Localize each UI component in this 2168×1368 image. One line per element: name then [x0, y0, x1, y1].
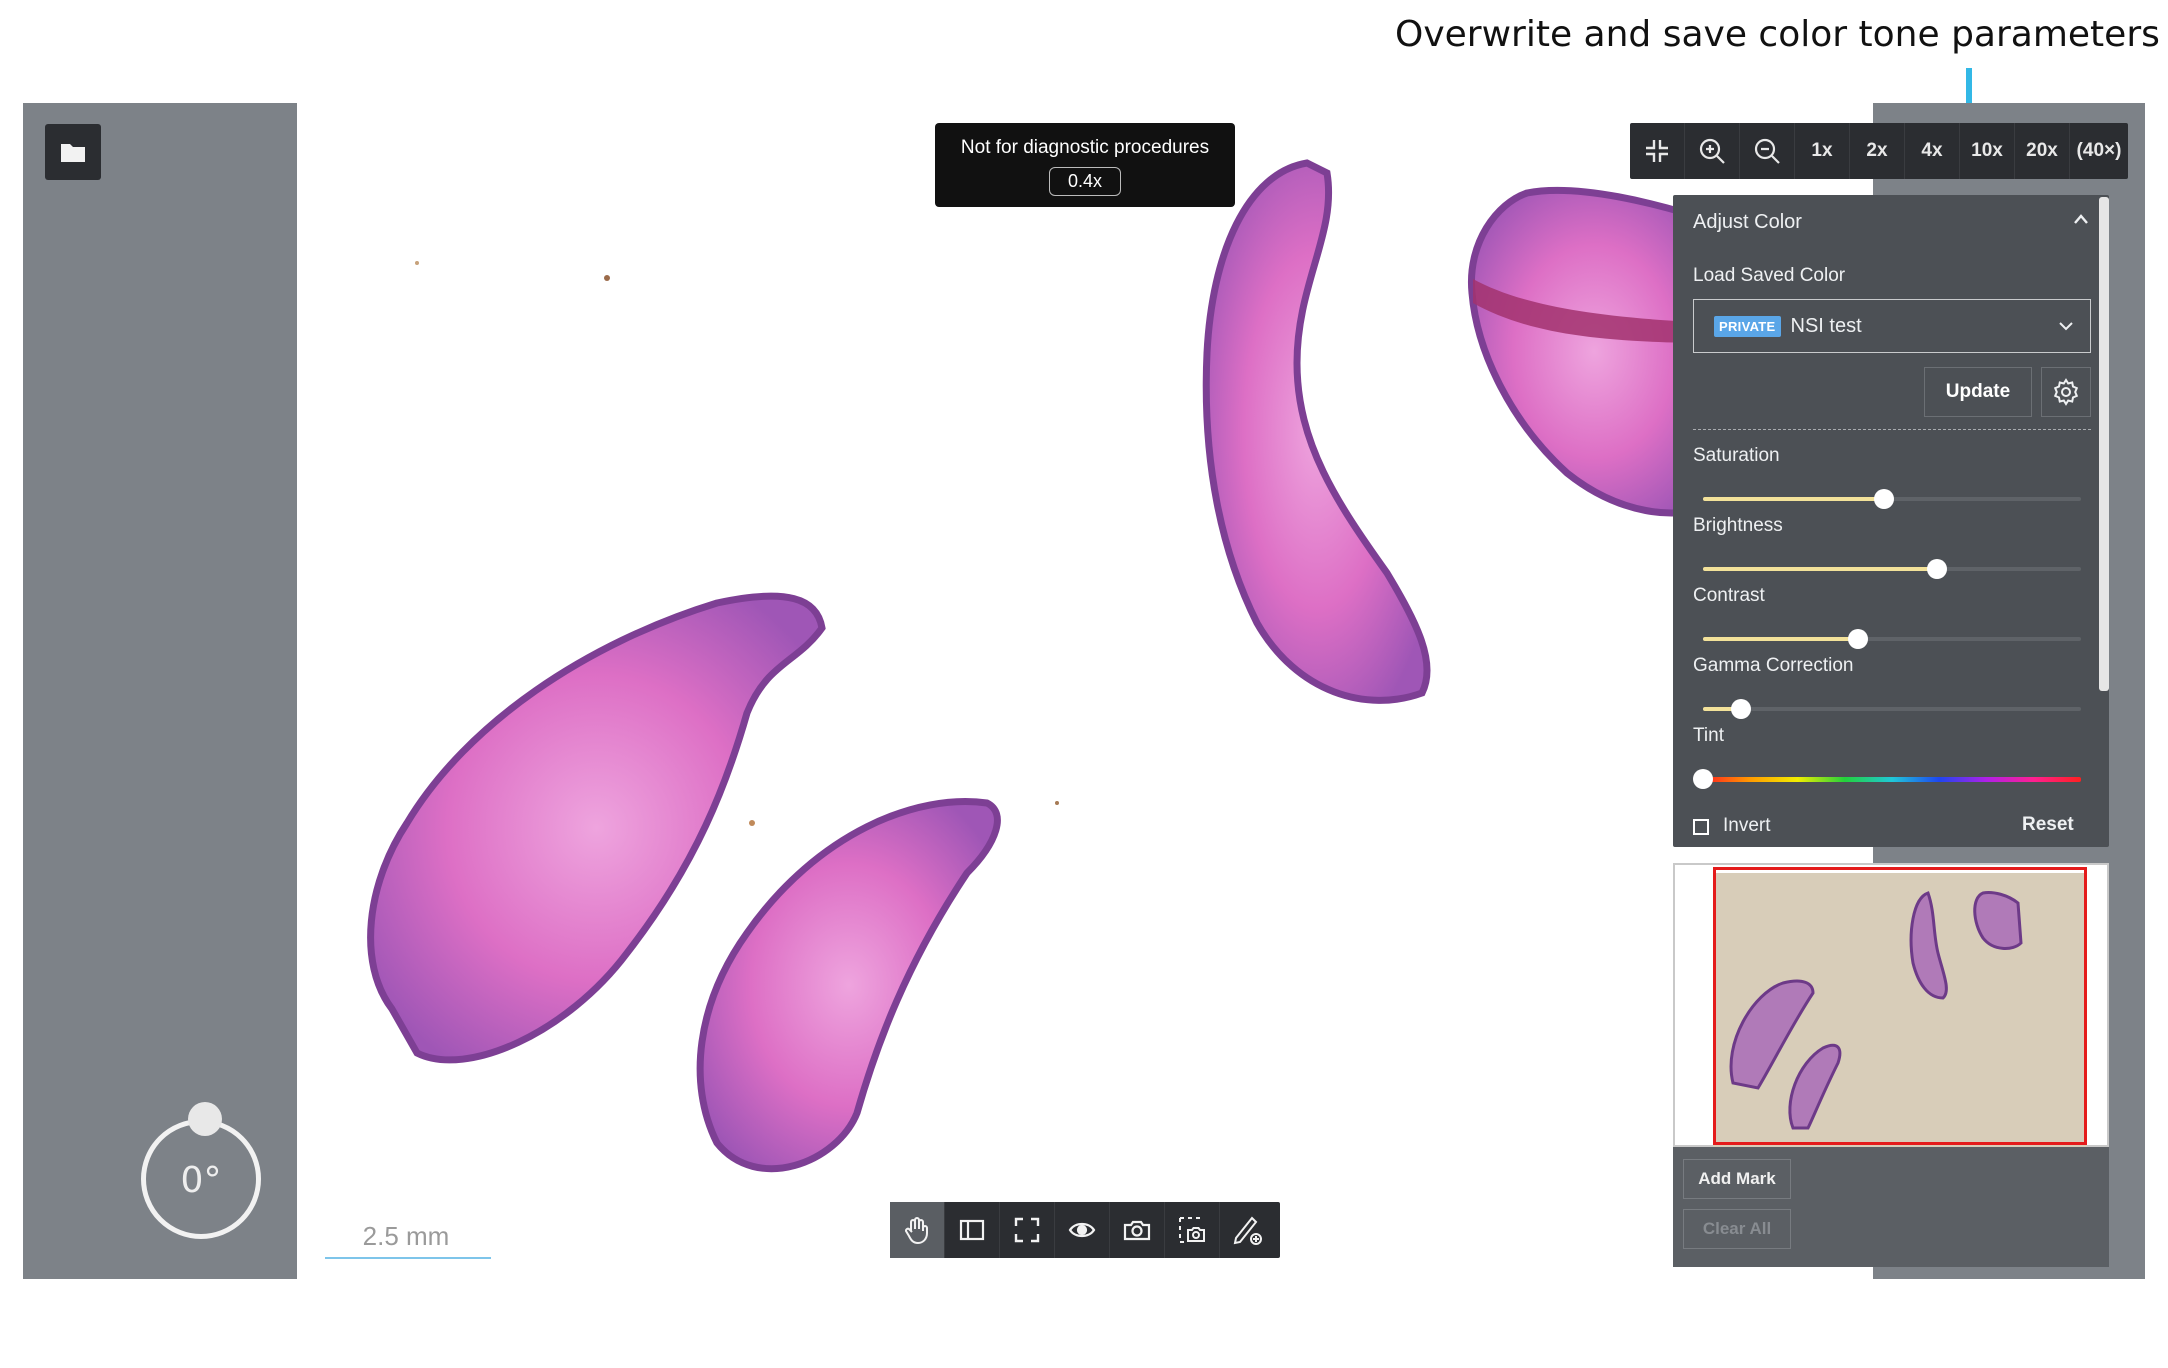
slide-viewer[interactable]: Not for diagnostic procedures 0.4x 1x 2x… — [23, 103, 2145, 1279]
region-snapshot-button[interactable] — [1165, 1202, 1220, 1258]
chevron-down-icon — [2059, 322, 2073, 331]
marks-panel: Add Mark Clear All — [1673, 1147, 2109, 1267]
bottom-toolbar — [890, 1202, 1280, 1258]
eye-icon — [1068, 1222, 1096, 1238]
fullscreen-icon — [1014, 1217, 1040, 1243]
pan-tool-button[interactable] — [890, 1202, 945, 1258]
navigator-thumbnail[interactable] — [1673, 863, 2109, 1151]
gear-icon — [2053, 378, 2079, 406]
panel-scrollbar[interactable] — [2099, 197, 2109, 691]
brightness-label: Brightness — [1693, 515, 1783, 536]
tissue-section-3 — [1202, 159, 1431, 704]
fullscreen-button[interactable] — [1000, 1202, 1055, 1258]
adjust-color-panel: Adjust Color Load Saved Color PRIVATE NS… — [1673, 195, 2109, 847]
gamma-correction-label: Gamma Correction — [1693, 655, 1854, 676]
annotation-text: Overwrite and save color tone parameters — [1395, 14, 2160, 55]
notice-text: Not for diagnostic procedures — [960, 137, 1210, 158]
invert-label: Invert — [1723, 815, 1771, 836]
saturation-slider-thumb[interactable] — [1874, 489, 1895, 509]
tint-label: Tint — [1693, 725, 1724, 746]
fit-screen-button[interactable] — [1630, 123, 1685, 179]
brightness-slider-thumb[interactable] — [1927, 559, 1948, 579]
zoom-in-icon — [1699, 138, 1725, 164]
pencil-add-icon — [1233, 1216, 1262, 1245]
saturation-slider[interactable] — [1703, 489, 2081, 509]
visibility-button[interactable] — [1055, 1202, 1110, 1258]
contrast-slider[interactable] — [1703, 629, 2081, 649]
scale-bar — [325, 1257, 491, 1259]
saved-color-select[interactable]: PRIVATE NSI test — [1693, 299, 2091, 353]
hand-icon — [905, 1217, 928, 1245]
sidebar-icon — [959, 1219, 985, 1241]
load-saved-color-label: Load Saved Color — [1693, 265, 1846, 286]
update-button[interactable]: Update — [1924, 367, 2032, 417]
folder-button[interactable] — [45, 124, 101, 180]
snapshot-button[interactable] — [1110, 1202, 1165, 1258]
zoom-in-button[interactable] — [1685, 123, 1740, 179]
current-zoom-badge: 0.4x — [1048, 167, 1122, 196]
zoom-20x-button[interactable]: 20x — [2015, 123, 2070, 179]
scale-label: 2.5 mm — [362, 1221, 450, 1251]
annotation-tool-button[interactable] — [1220, 1202, 1275, 1258]
slide-canvas[interactable] — [297, 103, 1873, 1279]
fit-screen-icon — [1646, 140, 1668, 162]
tint-slider-thumb[interactable] — [1693, 769, 1713, 789]
panel-title: Adjust Color — [1693, 211, 1802, 233]
tissue-image — [367, 159, 1721, 1173]
zoom-1x-button[interactable]: 1x — [1795, 123, 1850, 179]
contrast-slider-thumb[interactable] — [1847, 629, 1868, 649]
zoom-2x-button[interactable]: 2x — [1850, 123, 1905, 179]
zoom-4x-button[interactable]: 4x — [1905, 123, 1960, 179]
rotation-dial[interactable]: 0° — [141, 1102, 261, 1239]
sidebar-toggle-button[interactable] — [945, 1202, 1000, 1258]
reset-button[interactable]: Reset — [2022, 814, 2074, 836]
saturation-label: Saturation — [1693, 445, 1780, 466]
zoom-10x-button[interactable]: 10x — [1960, 123, 2015, 179]
folder-icon — [61, 144, 85, 162]
invert-checkbox[interactable] — [1693, 819, 1709, 835]
rotation-handle[interactable] — [188, 1102, 222, 1136]
diagnostic-notice: Not for diagnostic procedures 0.4x — [935, 123, 1235, 207]
gamma-correction-slider[interactable] — [1703, 699, 2081, 719]
zoom-toolbar: 1x 2x 4x 10x 20x (40×) — [1630, 123, 2128, 179]
color-settings-button[interactable] — [2041, 367, 2091, 417]
selected-color-value: NSI test — [1790, 314, 1862, 337]
zoom-40x-button[interactable]: (40×) — [2070, 123, 2128, 179]
tint-slider[interactable] — [1693, 769, 2081, 789]
tissue-section-2 — [696, 798, 1001, 1173]
private-badge: PRIVATE — [1714, 315, 1781, 337]
clear-all-button[interactable]: Clear All — [1683, 1209, 1791, 1249]
region-camera-icon — [1179, 1217, 1205, 1243]
collapse-button[interactable] — [2073, 209, 2089, 230]
gamma-correction-slider-thumb[interactable] — [1730, 699, 1751, 719]
zoom-out-button[interactable] — [1740, 123, 1795, 179]
navigator-viewport-frame[interactable] — [1713, 867, 2087, 1145]
rotation-value: 0° — [180, 1160, 222, 1201]
camera-icon — [1123, 1220, 1151, 1241]
panel-divider — [1693, 429, 2091, 430]
brightness-slider[interactable] — [1703, 559, 2081, 579]
chevron-up-icon — [2074, 214, 2088, 224]
add-mark-button[interactable]: Add Mark — [1683, 1159, 1791, 1199]
contrast-label: Contrast — [1693, 585, 1765, 606]
zoom-out-icon — [1754, 138, 1780, 164]
